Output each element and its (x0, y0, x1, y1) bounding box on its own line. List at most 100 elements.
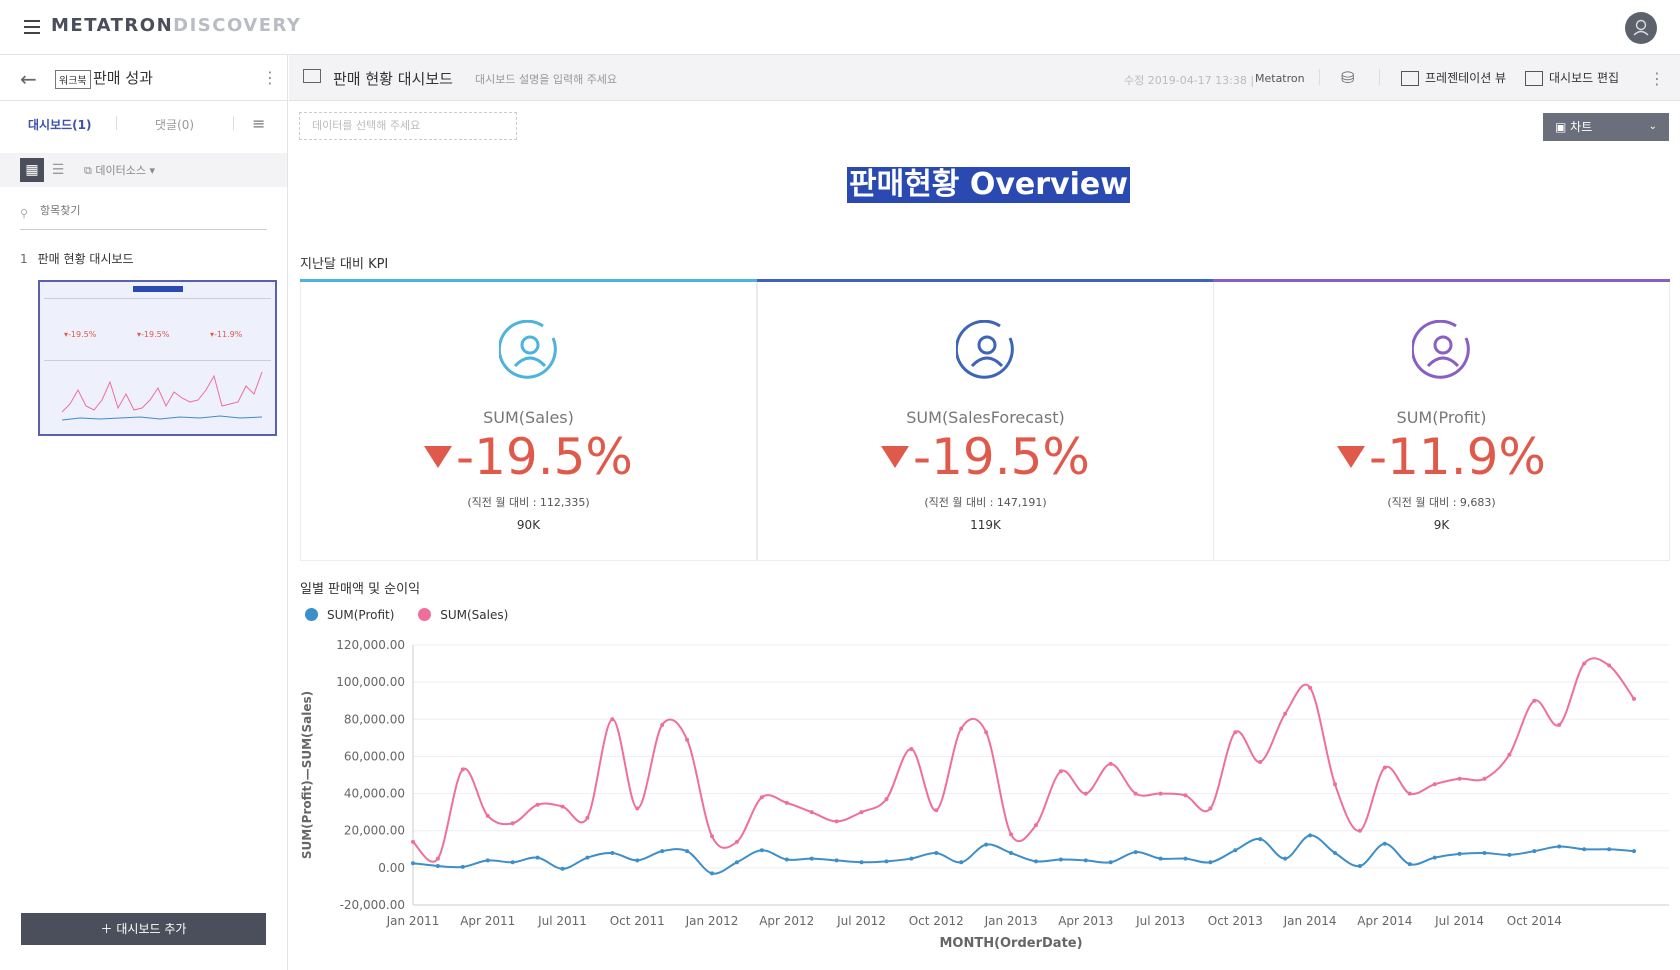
down-triangle-icon (1337, 446, 1366, 468)
data-point (411, 839, 415, 844)
data-point (460, 767, 465, 772)
data-select-field[interactable]: 데이터를 선택해 주세요 (299, 112, 517, 140)
data-point (660, 722, 665, 727)
search-input[interactable] (40, 204, 260, 217)
y-tick-label: 80,000.00 (344, 712, 405, 726)
hamburger-menu-icon[interactable] (24, 20, 40, 34)
kpi-card[interactable]: SUM(SalesForecast) -19.5% (직전 월 대비 : 147… (757, 279, 1214, 561)
legend-item-sales[interactable]: SUM(Sales) (418, 608, 508, 622)
edit-dashboard-button[interactable]: 대시보드 편집 (1525, 69, 1619, 86)
data-point (510, 821, 515, 826)
data-point (1009, 832, 1014, 837)
user-circle-icon (1412, 320, 1470, 379)
x-tick-label: Jul 2011 (537, 914, 587, 928)
legend-item-profit[interactable]: SUM(Profit) (305, 608, 394, 622)
data-point (1033, 859, 1038, 864)
sort-list-icon[interactable]: ≡ (252, 114, 265, 133)
user-avatar[interactable] (1625, 12, 1657, 44)
data-point (984, 842, 989, 847)
add-dashboard-button[interactable]: ＋ 대시보드 추가 (21, 913, 266, 945)
data-point (1382, 841, 1387, 846)
x-tick-label: Jul 2012 (836, 914, 886, 928)
data-point (435, 856, 440, 861)
legend-dot (305, 608, 318, 621)
data-point (909, 856, 914, 861)
data-point (1033, 823, 1038, 828)
x-axis-title: MONTH(OrderDate) (939, 936, 1082, 951)
user-icon (1633, 19, 1649, 36)
y-tick-label: 20,000.00 (344, 824, 405, 838)
brand-logo[interactable]: METATRONDISCOVERY (51, 15, 301, 36)
data-point (1582, 661, 1587, 666)
dashboard-description[interactable]: 대시보드 설명을 입력해 주세요 (475, 71, 617, 87)
data-point (784, 800, 789, 805)
data-point (1208, 860, 1213, 865)
workbook-badge: 워크북 (55, 70, 91, 89)
data-point (1158, 791, 1163, 796)
data-point (1208, 806, 1213, 811)
x-tick-label: Oct 2011 (610, 914, 665, 928)
x-tick-label: Apr 2011 (460, 914, 515, 928)
data-point (1482, 851, 1487, 855)
dashboard-thumbnail[interactable]: ▾-19.5% ▾-19.5% ▾-11.9% (38, 280, 277, 436)
grid-view-icon[interactable]: ▦ (20, 158, 44, 182)
modified-time: 수정 2019-04-17 13:38 | (1124, 74, 1255, 87)
workbook-more-icon[interactable]: ⋮ (262, 68, 278, 87)
kpi-name: SUM(Sales) (483, 408, 574, 427)
workbook-title: 판매 성과 (93, 69, 153, 87)
database-icon[interactable]: ⛁ (1341, 68, 1354, 87)
dashboard-title[interactable]: 판매 현황 대시보드 (333, 68, 453, 89)
data-point (1632, 849, 1636, 854)
y-axis-title: SUM(Profit)—SUM(Sales) (300, 691, 314, 859)
back-arrow-icon[interactable]: ← (20, 67, 37, 91)
presentation-icon (1401, 71, 1419, 86)
header-divider (1319, 69, 1320, 85)
user-circle-icon (956, 320, 1014, 379)
caret-down-icon: ▾ (149, 164, 155, 177)
chart-add-icon: ▣ (1555, 120, 1571, 134)
data-point (1283, 711, 1288, 716)
data-point (1457, 851, 1462, 856)
kpi-compare: (직전 월 대비 : 9,683) (1387, 496, 1496, 509)
series-line-sales (412, 657, 1635, 863)
dashboard-more-icon[interactable]: ⋮ (1649, 69, 1665, 88)
data-point (909, 747, 914, 751)
data-point (834, 819, 839, 824)
list-view-icon[interactable]: ☰ (46, 158, 70, 182)
kpi-compare: (직전 월 대비 : 112,335) (467, 496, 590, 509)
datasource-dropdown[interactable]: ⧉ 데이터소스 ▾ (84, 162, 155, 178)
header-divider (1379, 69, 1380, 85)
data-point (1133, 791, 1138, 796)
sidebar-toolbar: ▦ ☰ ⧉ 데이터소스 ▾ (0, 153, 287, 187)
data-point (1183, 793, 1188, 798)
data-point (1083, 858, 1088, 863)
data-point (535, 855, 540, 860)
chart-legend: SUM(Profit) SUM(Sales) (305, 608, 528, 622)
tab-divider (233, 116, 234, 130)
data-point (710, 871, 715, 876)
data-point (1557, 844, 1562, 849)
plus-icon: ＋ (100, 922, 117, 936)
data-point (1058, 857, 1063, 862)
kpi-value: -11.9% (1214, 428, 1669, 486)
kpi-absolute: 90K (516, 518, 541, 532)
data-point (1009, 851, 1014, 855)
data-point (660, 849, 665, 854)
data-point (934, 808, 939, 813)
data-point (1357, 864, 1362, 868)
kpi-card[interactable]: SUM(Profit) -11.9% (직전 월 대비 : 9,683) 9K (1213, 279, 1670, 561)
sidebar-item-dashboard[interactable]: 1 판매 현황 대시보드 (20, 250, 134, 267)
data-point (1233, 848, 1238, 853)
tab-comments[interactable]: 댓글(0) (155, 116, 194, 133)
presentation-view-button[interactable]: 프레젠테이션 뷰 (1401, 69, 1506, 86)
chart-button[interactable]: ▣ 차트 ⌄ (1543, 113, 1669, 141)
data-point (784, 857, 789, 862)
y-tick-label: 120,000.00 (336, 638, 405, 652)
data-point (560, 866, 565, 871)
tab-dashboards[interactable]: 대시보드(1) (28, 116, 91, 133)
data-point (1607, 847, 1612, 852)
kpi-accent-bar (300, 279, 757, 282)
line-chart: 120,000.00 100,000.00 80,000.00 60,000.00 40… (300, 638, 1669, 951)
data-point (610, 717, 615, 722)
kpi-card[interactable]: SUM(Sales) -19.5% (직전 월 대비 : 112,335) 90… (300, 279, 757, 561)
